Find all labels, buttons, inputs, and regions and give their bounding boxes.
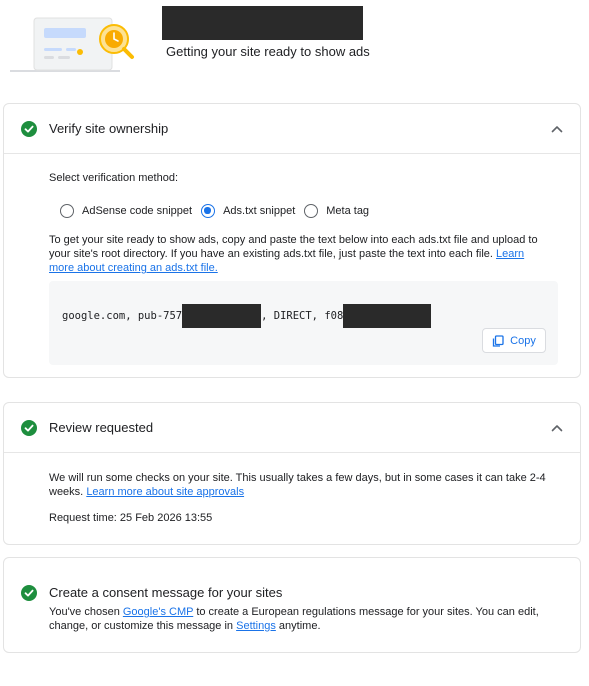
code-part-1: google.com, pub-757: [62, 310, 183, 322]
radio-ads-txt-snippet[interactable]: Ads.txt snippet: [201, 204, 295, 218]
learn-more-site-approvals-link[interactable]: Learn more about site approvals: [86, 486, 244, 498]
copy-icon: [493, 334, 504, 347]
chevron-up-icon[interactable]: [550, 421, 564, 435]
consent-text-after: anytime.: [278, 620, 321, 632]
request-time: Request time: 25 Feb 2026 13:55: [49, 512, 213, 524]
verify-card-header[interactable]: Verify site ownership: [4, 104, 580, 154]
radio-label: Ads.txt snippet: [223, 205, 296, 217]
settings-link[interactable]: Settings: [236, 620, 276, 632]
code-part-2: , DIRECT, f08: [261, 310, 344, 322]
check-circle-icon: [21, 121, 37, 137]
ads-txt-instructions: To get your site ready to show ads, copy…: [49, 233, 549, 275]
consent-text-before: You've chosen: [49, 606, 120, 618]
page-subtitle: Getting your site ready to show ads: [166, 44, 370, 59]
consent-description: You've chosen Google's CMP to create a E…: [49, 605, 559, 633]
googles-cmp-link[interactable]: Google's CMP: [123, 606, 193, 618]
verify-site-ownership-card: Verify site ownership Select verificatio…: [3, 103, 581, 378]
radio-adsense-code-snippet[interactable]: AdSense code snippet: [60, 204, 192, 218]
radio-button[interactable]: [304, 204, 319, 218]
check-circle-icon: [21, 420, 37, 436]
instructions-text: To get your site ready to show ads, copy…: [49, 234, 538, 260]
ads-txt-code: google.com, pub-757 , DIRECT, f08: [62, 304, 432, 328]
radio-label: Meta tag: [326, 205, 370, 217]
redacted-site-name: [162, 6, 363, 40]
redacted-publisher-id: [182, 304, 262, 328]
review-requested-card: Review requested We will run some checks…: [3, 402, 581, 545]
review-card-title: Review requested: [49, 420, 154, 435]
chevron-up-icon[interactable]: [550, 122, 564, 136]
review-description: We will run some checks on your site. Th…: [49, 471, 549, 499]
redacted-certification-id: [343, 304, 432, 328]
review-card-header[interactable]: Review requested: [4, 403, 580, 453]
verification-method-radios: AdSense code snippet Ads.txt snippet Met…: [60, 202, 378, 220]
copy-label: Copy: [510, 334, 536, 347]
verification-method-label: Select verification method:: [49, 172, 179, 184]
consent-message-card: Create a consent message for your sites …: [3, 557, 581, 653]
radio-meta-tag[interactable]: Meta tag: [304, 204, 369, 218]
check-circle-icon: [21, 585, 37, 601]
radio-button-selected[interactable]: [201, 204, 216, 218]
page-header: Getting your site ready to show ads: [0, 0, 589, 80]
site-ready-illustration: [10, 17, 134, 72]
verify-card-title: Verify site ownership: [49, 121, 169, 136]
radio-label: AdSense code snippet: [82, 205, 193, 217]
copy-button[interactable]: Copy: [482, 328, 546, 353]
ads-txt-snippet-box: google.com, pub-757 , DIRECT, f08 Copy: [49, 281, 558, 365]
consent-card-title: Create a consent message for your sites: [49, 585, 283, 600]
radio-button[interactable]: [60, 204, 74, 218]
